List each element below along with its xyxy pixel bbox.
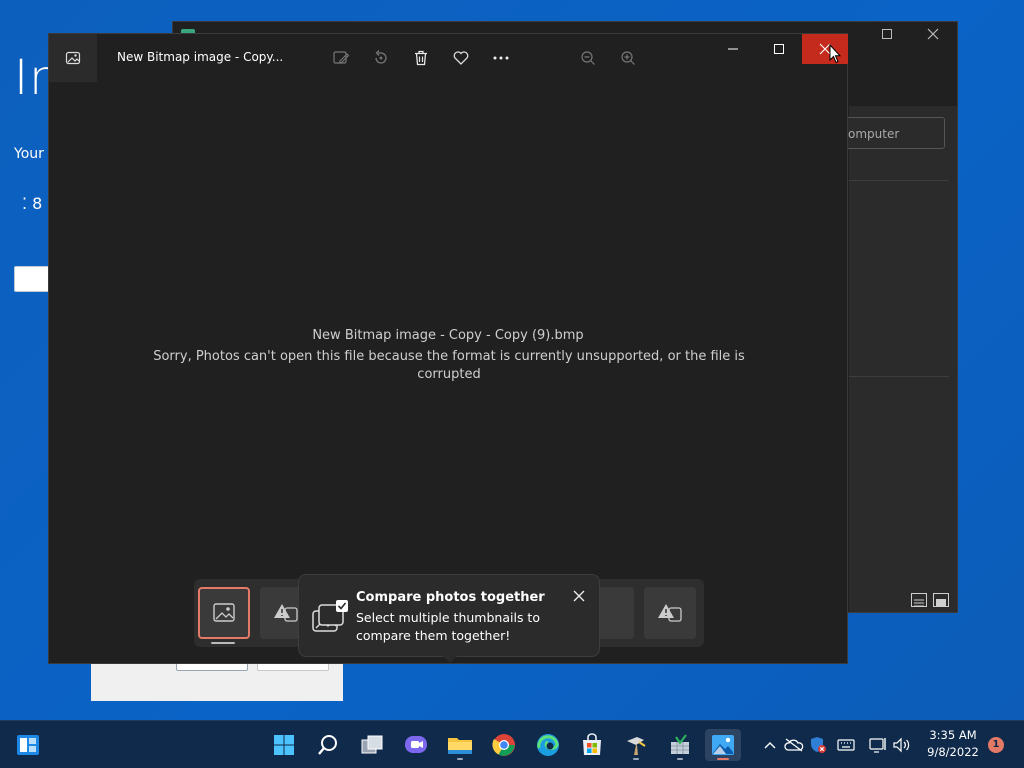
tip-body: Select multiple thumbnails to compare th…: [356, 610, 540, 643]
compare-photos-icon: [311, 597, 351, 637]
title-bar[interactable]: New Bitmap image - Copy...: [49, 34, 848, 82]
background-app-subtext: Your: [14, 146, 44, 162]
zoom-out-icon[interactable]: [576, 46, 600, 70]
favorite-icon[interactable]: [449, 46, 473, 70]
photos-window[interactable]: New Bitmap image - Copy... New Bitmap im…: [48, 33, 848, 664]
details-view-icon[interactable]: [911, 593, 927, 607]
large-icons-view-icon[interactable]: [933, 593, 949, 607]
warning-image-icon: [658, 604, 682, 622]
clock-time: 3:35 AM: [929, 728, 977, 742]
thumbnail-error[interactable]: [644, 587, 696, 639]
active-indicator: [717, 758, 729, 760]
thumbnail-selected[interactable]: [198, 587, 250, 639]
tip-title: Compare photos together: [356, 590, 545, 605]
running-indicator: [677, 758, 683, 760]
divider: [849, 376, 949, 377]
background-window-side-panel: [849, 106, 957, 612]
notification-badge[interactable]: 1: [988, 737, 1004, 753]
task-view-icon[interactable]: [356, 729, 388, 761]
start-icon[interactable]: [268, 729, 300, 761]
more-icon[interactable]: [489, 46, 513, 70]
edge-icon[interactable]: [532, 729, 564, 761]
underlying-dialog: [91, 660, 343, 701]
onedrive-offline-icon[interactable]: [784, 735, 804, 755]
delete-icon[interactable]: [409, 46, 433, 70]
show-hidden-icons-chevron-icon[interactable]: [760, 735, 780, 755]
error-message: Sorry, Photos can't open this file becau…: [153, 349, 745, 382]
tip-pointer: [443, 656, 457, 663]
tip-close-icon[interactable]: [569, 586, 589, 606]
file-name: New Bitmap image - Copy - Copy (9).bmp: [312, 328, 584, 343]
teaching-tip: Compare photos together Select multiple …: [298, 574, 600, 663]
widgets-icon[interactable]: [12, 729, 44, 761]
tool-app-icon[interactable]: [620, 729, 652, 761]
background-app-progress: ⁚ 8: [22, 194, 43, 213]
keyboard-icon[interactable]: [836, 735, 856, 755]
edit-image-icon[interactable]: [329, 46, 353, 70]
photos-taskbar-icon[interactable]: [705, 729, 741, 761]
search-icon[interactable]: [312, 729, 344, 761]
minimize-icon: [728, 48, 738, 50]
warning-image-icon: [274, 604, 298, 622]
volume-icon[interactable]: [892, 735, 912, 755]
microsoft-store-icon[interactable]: [576, 729, 608, 761]
spreadsheet-app-icon[interactable]: [664, 729, 696, 761]
mouse-cursor-icon: [829, 43, 842, 64]
chrome-icon[interactable]: [488, 729, 520, 761]
system-clock[interactable]: 3:35 AM 9/8/2022: [922, 727, 984, 761]
network-icon[interactable]: [868, 735, 888, 755]
image-icon: [213, 603, 235, 622]
maximize-button[interactable]: [756, 34, 802, 64]
close-icon[interactable]: [923, 28, 943, 48]
search-input[interactable]: omputer: [841, 117, 945, 149]
close-button[interactable]: [802, 34, 848, 64]
minimize-button[interactable]: [710, 34, 756, 64]
security-shield-icon[interactable]: [808, 735, 828, 755]
running-indicator: [457, 758, 463, 760]
maximize-icon: [774, 44, 784, 54]
selected-indicator: [211, 642, 235, 644]
rotate-icon[interactable]: [369, 46, 393, 70]
divider: [849, 180, 949, 181]
running-indicator: [633, 758, 639, 760]
window-title: New Bitmap image - Copy...: [117, 50, 284, 64]
photos-app-icon[interactable]: [49, 34, 97, 82]
clock-date: 9/8/2022: [927, 745, 979, 759]
taskbar: 3:35 AM 9/8/2022 1: [0, 720, 1024, 768]
maximize-icon[interactable]: [877, 28, 897, 48]
zoom-in-icon[interactable]: [616, 46, 640, 70]
chat-icon[interactable]: [400, 729, 432, 761]
file-explorer-icon[interactable]: [444, 729, 476, 761]
